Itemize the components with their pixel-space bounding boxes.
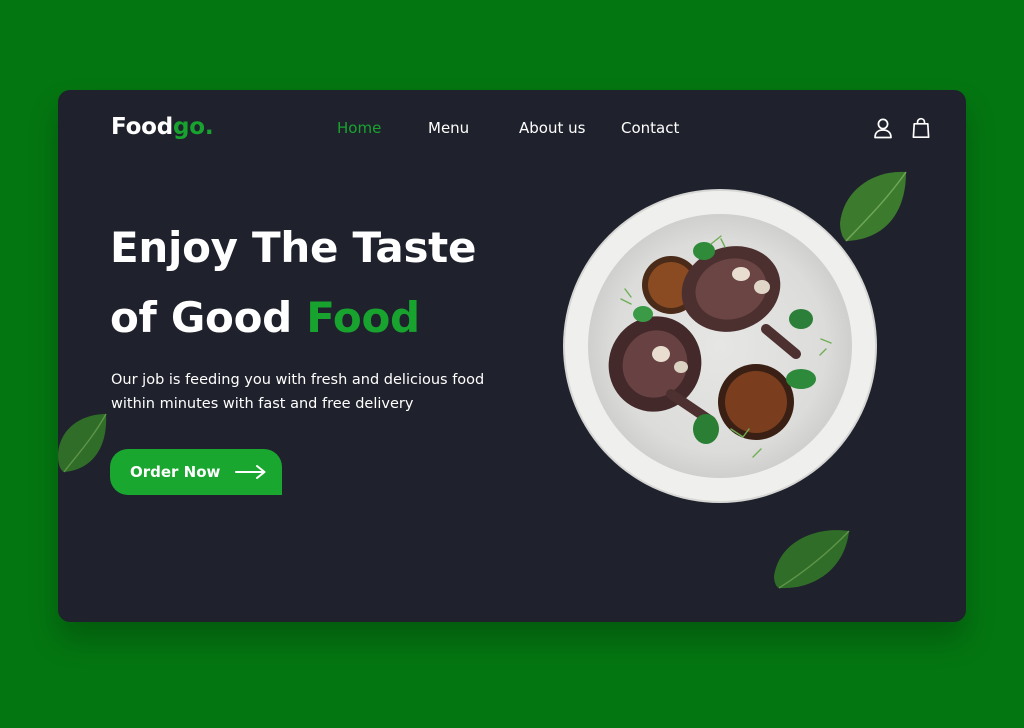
basil-leaf-image <box>840 171 907 242</box>
brand-name-accent: go. <box>173 114 214 140</box>
arrow-right-icon <box>235 465 266 479</box>
nav-item-menu[interactable]: Menu <box>428 119 469 137</box>
hero-title-line-2-main: of Good <box>110 293 292 342</box>
shopping-bag-icon[interactable] <box>911 117 931 139</box>
nav-item-contact[interactable]: Contact <box>621 119 679 137</box>
brand-logo[interactable]: Foodgo. <box>111 114 214 140</box>
order-now-button[interactable]: Order Now <box>110 449 282 495</box>
order-now-label: Order Now <box>130 463 221 481</box>
nav-item-home[interactable]: Home <box>337 119 381 137</box>
hero-title-line-2: of Good Food <box>110 293 420 342</box>
hero-title-accent: Food <box>306 293 420 342</box>
hero-description: Our job is feeding you with fresh and de… <box>111 372 485 412</box>
basil-leaf-image <box>774 530 850 589</box>
hero-title-line-1: Enjoy The Taste <box>110 223 477 272</box>
food-plate-image <box>563 189 877 503</box>
brand-name-main: Food <box>111 114 174 140</box>
user-icon[interactable] <box>873 117 893 139</box>
hero-card: Foodgo. Home Menu About us Contact Enjoy… <box>58 90 966 622</box>
nav-item-about-us[interactable]: About us <box>519 119 585 137</box>
basil-leaf-image <box>58 413 107 473</box>
